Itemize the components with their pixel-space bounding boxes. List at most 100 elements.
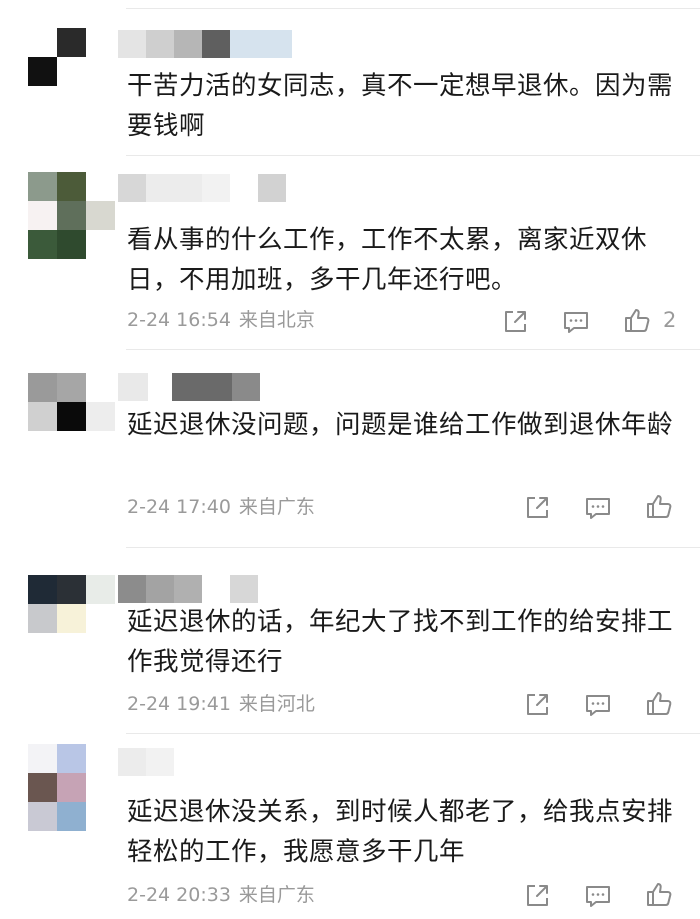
avatar-cell [28,633,57,662]
divider [126,547,700,548]
like-button[interactable] [645,689,673,717]
avatar[interactable] [28,744,116,832]
username-pixel [146,30,174,58]
like-icon [647,692,672,715]
like-button[interactable] [645,492,673,520]
comment-time: 2-24 16:54 [127,309,231,331]
comment-text: 看从事的什么工作，工作不太累，离家近双休日，不用加班，多干几年还行吧。 [127,225,648,295]
avatar-cell [57,744,86,773]
avatar[interactable] [28,172,116,260]
avatar-cell [28,201,57,230]
username-pixel [202,30,230,58]
share-icon [505,311,526,332]
avatar[interactable] [28,373,116,461]
comment-text: 延迟退休没问题，问题是谁给工作做到退休年龄 [127,410,674,440]
username-blurred[interactable] [118,30,358,58]
avatar-cell [28,57,57,86]
comment-text: 延迟退休的话，年纪大了找不到工作的给安排工作我觉得还行 [127,607,674,677]
username-blurred[interactable] [118,748,358,776]
username-pixel [118,748,146,776]
share-icon [527,694,548,715]
avatar-cell [28,402,57,431]
comment-meta: 2-24 16:54 来自北京 [127,306,315,334]
comment-meta: 2-24 17:40 来自广东 [127,493,315,521]
divider [126,155,700,156]
avatar-cell [28,802,57,831]
comment-list: 干苦力活的女同志，真不一定想早退休。因为需要钱啊 看从事的什么工作，工作不太累，… [0,0,700,919]
comment-text: 延迟退休没关系，到时候人都老了，给我点安排轻松的工作，我愿意多干几年 [127,797,674,867]
avatar-cell [57,802,86,831]
share-button[interactable] [523,882,551,910]
comment-location: 来自北京 [238,309,315,331]
comment-icon [586,886,610,907]
share-button[interactable] [501,308,529,336]
comment-icon [586,498,610,519]
username-pixel [118,30,146,58]
username-pixel [230,575,258,603]
like-button[interactable] [645,880,673,908]
comment-location: 来自河北 [238,693,315,715]
avatar-cell [57,431,86,460]
comment-location: 来自广东 [238,496,315,518]
avatar-cell [28,431,57,460]
username-pixel [174,575,202,603]
avatar-cell [86,230,115,259]
avatar-cell [57,86,86,115]
username-pixel [258,174,286,202]
username-pixel [202,174,230,202]
share-icon [527,497,548,518]
reply-button[interactable] [562,308,590,336]
username-blurred[interactable] [118,575,358,603]
avatar-cell [57,28,86,57]
avatar-cell [28,773,57,802]
avatar-cell [28,28,57,57]
avatar-cell [86,57,115,86]
avatar-cell [86,28,115,57]
avatar-cell [86,633,115,662]
username-pixel [146,575,174,603]
reply-button[interactable] [584,882,612,910]
like-button[interactable] [623,306,651,334]
like-count: 2 [663,308,677,332]
avatar-cell [86,431,115,460]
username-pixel [172,373,232,401]
avatar-cell [86,575,115,604]
avatar-cell [57,57,86,86]
avatar[interactable] [28,28,116,116]
avatar-cell [57,172,86,201]
username-pixel [118,575,146,603]
reply-button[interactable] [584,494,612,522]
avatar-cell [28,172,57,201]
avatar-cell [57,373,86,402]
avatar-cell [57,230,86,259]
avatar-cell [86,802,115,831]
avatar-cell [86,201,115,230]
avatar-cell [28,373,57,402]
username-pixel [232,373,260,401]
avatar-cell [57,201,86,230]
comment-icon [586,695,610,716]
avatar-cell [86,604,115,633]
username-pixel [118,174,146,202]
share-icon [527,885,548,906]
username-blurred[interactable] [118,373,358,401]
avatar-cell [57,575,86,604]
reply-button[interactable] [584,691,612,719]
like-icon [647,495,672,518]
avatar-cell [86,373,115,402]
username-blurred[interactable] [118,174,358,202]
comment-text: 干苦力活的女同志，真不一定想早退休。因为需要钱啊 [127,71,674,141]
avatar-cell [28,230,57,259]
comment-location: 来自广东 [238,884,315,906]
share-button[interactable] [523,494,551,522]
comment-time: 2-24 19:41 [127,693,231,715]
avatar[interactable] [28,575,116,663]
username-pixel [118,373,148,401]
share-button[interactable] [523,691,551,719]
comment-meta: 2-24 20:33 来自广东 [127,881,315,909]
username-pixel [230,30,292,58]
divider [126,733,700,734]
comment-meta: 2-24 19:41 来自河北 [127,690,315,718]
divider [126,349,700,350]
username-pixel [174,30,202,58]
